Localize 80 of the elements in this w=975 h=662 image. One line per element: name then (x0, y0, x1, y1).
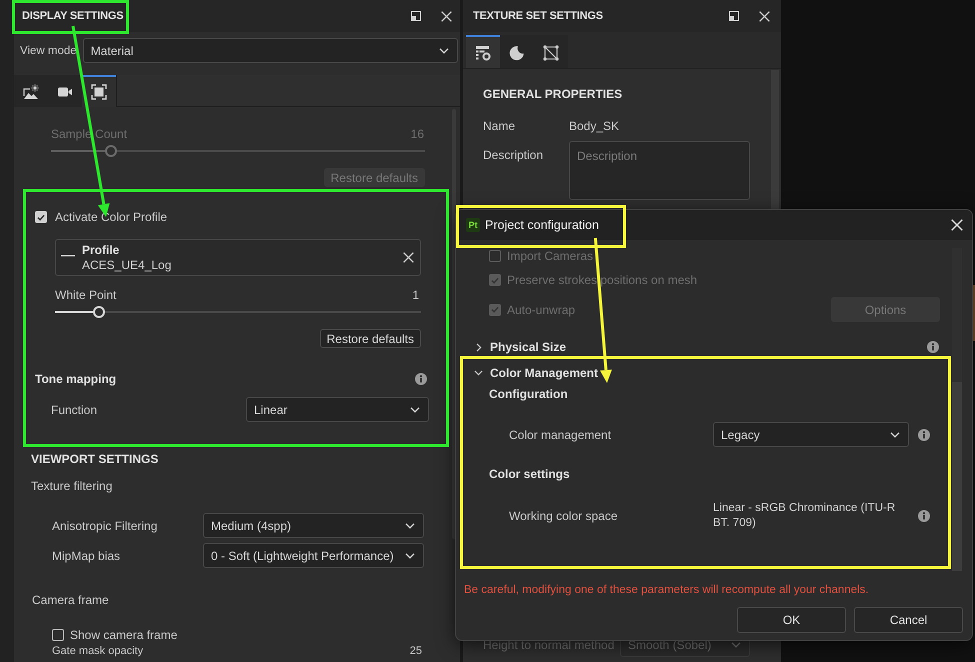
field-value: Linear - sRGB Chrominance (ITU-R BT. 709) (713, 501, 896, 531)
view-mode-dropdown[interactable]: Material (82, 38, 458, 63)
info-icon[interactable] (918, 428, 930, 440)
checkbox-label: Auto-unwrap (507, 302, 576, 316)
dialog-title: Project configuration (485, 218, 600, 232)
checkbox-label: Activate Color Profile (55, 210, 168, 224)
chevron-down-icon (439, 48, 449, 54)
chevron-down-icon (405, 522, 415, 528)
section-title: VIEWPORT SETTINGS (31, 452, 158, 466)
dock-icon[interactable] (729, 11, 739, 21)
frame-icon (91, 84, 107, 100)
chevron-down-icon (410, 406, 420, 412)
description-field[interactable]: Description (569, 141, 750, 200)
profile-value: ACES_UE4_Log (82, 258, 172, 272)
name-label: Name (483, 119, 516, 133)
scrollbar-track[interactable] (952, 248, 962, 571)
warning-message: Be careful, modifying one of these parameters will recompute all your channels. (463, 583, 870, 598)
view-mode-label: View mode (20, 44, 77, 56)
crescent-icon (509, 44, 525, 60)
slider-track[interactable] (55, 306, 421, 318)
function-dropdown[interactable]: Linear (246, 397, 429, 422)
icon-tab[interactable] (14, 75, 48, 107)
gate-mask-label: Gate mask opacity (52, 645, 144, 657)
checkbox-label: Import Cameras (507, 249, 594, 263)
info-icon[interactable] (927, 341, 939, 353)
checkbox-label: Show camera frame (70, 628, 178, 642)
group-label: Texture filtering (31, 479, 112, 493)
value-dropdown[interactable]: 0 - Soft (Lightweight Performance) (203, 543, 424, 568)
field-label: Working color space (509, 509, 618, 523)
icon-tab[interactable] (48, 75, 82, 107)
field-label: MipMap bias (52, 548, 120, 562)
info-icon[interactable] (415, 373, 427, 385)
checkbox-label: Preserve strokes positions on mesh (507, 273, 698, 287)
profile-title: Profile (82, 243, 120, 257)
dock-icon[interactable] (411, 11, 421, 21)
line-icon (61, 254, 75, 256)
checkmark-icon (490, 304, 500, 315)
section-toggle[interactable]: Physical Size (474, 340, 566, 354)
chevron-down-icon (405, 552, 415, 558)
scrollbar[interactable] (771, 70, 779, 210)
gate-mask-value: 25 (410, 645, 422, 657)
scrollbar-thumb[interactable] (952, 382, 962, 571)
icon-tab[interactable] (466, 35, 500, 68)
restore-defaults-button[interactable]: Restore defaults (320, 329, 421, 348)
close-icon[interactable] (759, 10, 770, 22)
value-dropdown[interactable]: Legacy (713, 422, 909, 447)
close-icon[interactable] (441, 10, 452, 22)
panel-title: TEXTURE SET SETTINGS (473, 10, 603, 22)
name-value: Body_SK (569, 119, 620, 133)
section-toggle[interactable]: Color Management (474, 366, 598, 380)
square-diagonal-icon (543, 44, 559, 60)
slider-value: 1 (412, 288, 419, 302)
description-label: Description (483, 147, 544, 162)
function-label: Function (51, 402, 98, 416)
group-heading: Color settings (489, 467, 570, 481)
slider-track[interactable] (51, 145, 425, 157)
list-gear-icon (475, 44, 491, 60)
section-heading: Tone mapping (35, 372, 116, 386)
dialog-button[interactable]: Cancel (854, 607, 963, 633)
section-title: GENERAL PROPERTIES (483, 86, 624, 102)
info-icon[interactable] (918, 510, 930, 522)
slider-value: 16 (410, 127, 424, 141)
field-label: Anisotropic Filtering (52, 518, 158, 532)
dialog-button[interactable]: OK (737, 607, 846, 633)
field-label: Color management (509, 428, 612, 442)
chevron-right-icon (476, 342, 482, 352)
landscape-icon (23, 84, 39, 100)
group-label: Camera frame (32, 593, 109, 607)
chevron-down-icon (731, 642, 741, 648)
chevron-down-icon (474, 370, 483, 376)
chevron-down-icon (890, 432, 900, 438)
checkbox[interactable] (52, 629, 64, 641)
profile-card[interactable]: Profile ACES_UE4_Log (55, 239, 421, 276)
panel-title: DISPLAY SETTINGS (22, 10, 124, 22)
slider-label: White Point (55, 288, 116, 302)
group-heading: Configuration (489, 387, 568, 401)
value-dropdown[interactable]: Medium (4spp) (203, 513, 424, 538)
app-logo: Pt (466, 218, 480, 232)
close-icon[interactable] (403, 252, 414, 263)
close-icon[interactable] (951, 219, 963, 231)
